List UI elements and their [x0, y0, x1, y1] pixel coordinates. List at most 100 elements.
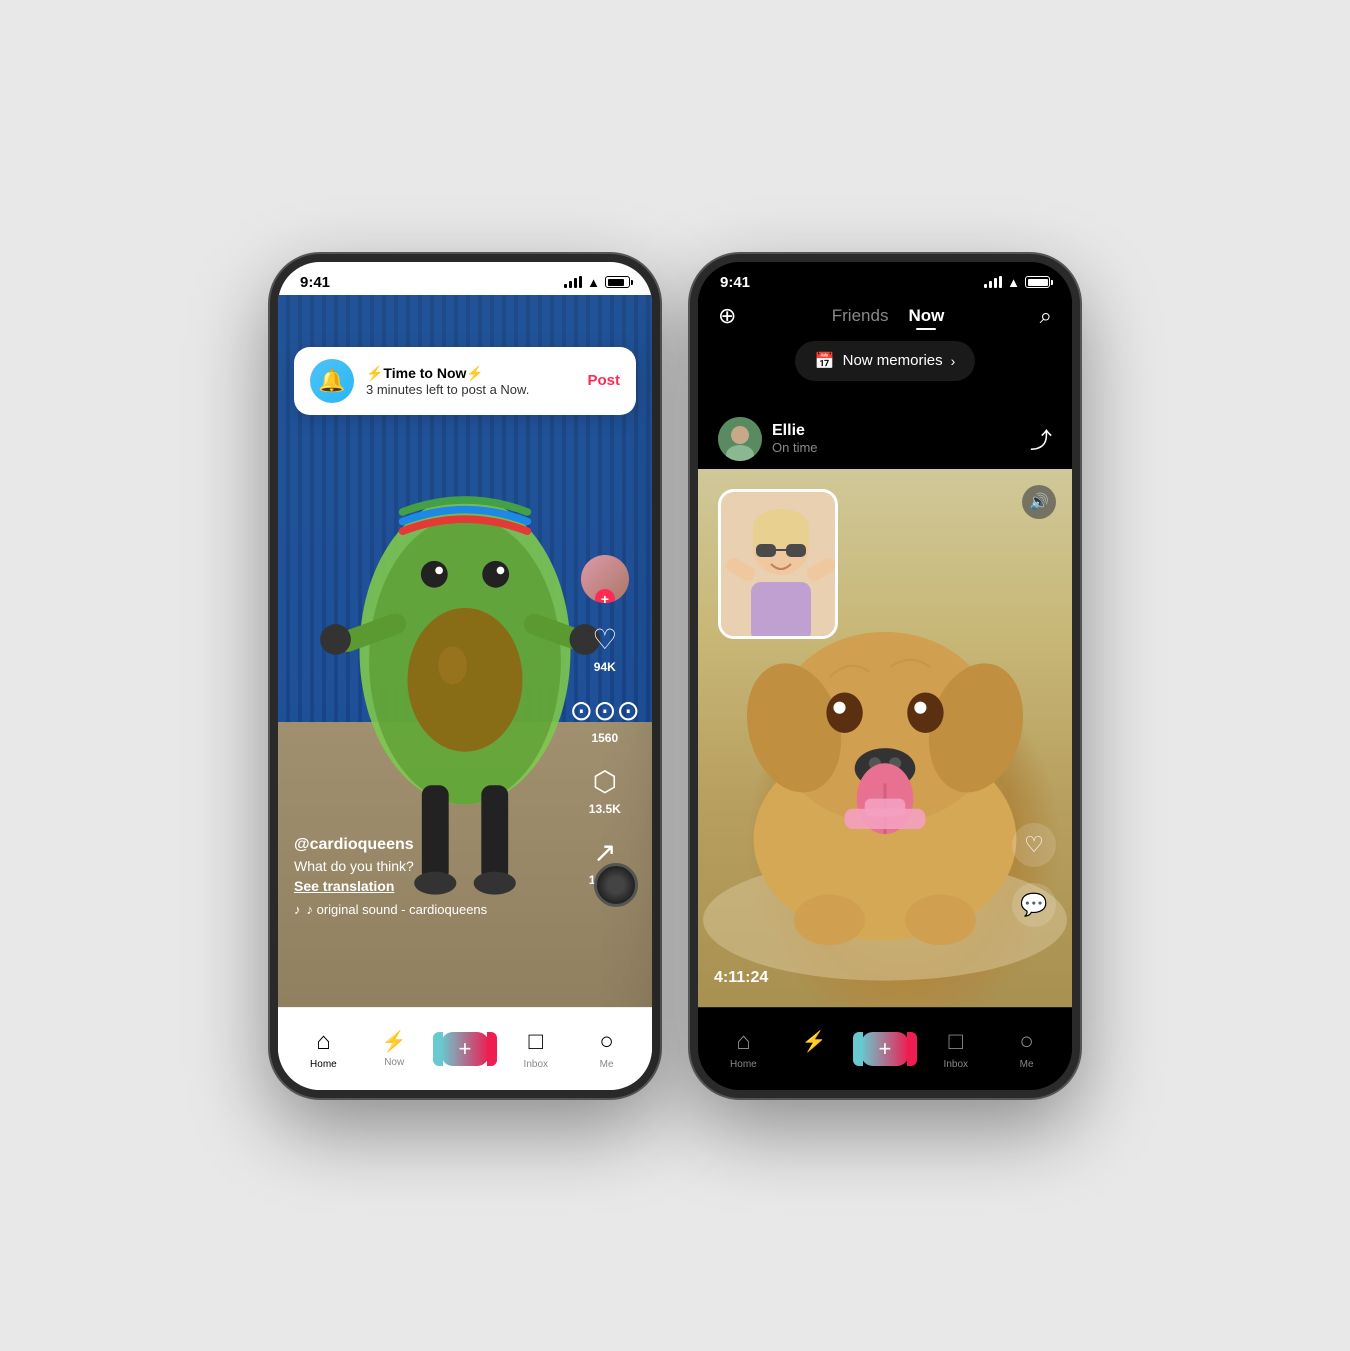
phone1-content: 🔔 ⚡Time to Now⚡ 3 minutes left to post a… — [278, 295, 652, 1007]
sound-text: ♪ original sound - cardioqueens — [307, 902, 488, 917]
tab-now[interactable]: Now — [908, 306, 944, 326]
nav-now-1[interactable]: ⚡ Now — [359, 1029, 430, 1068]
me-label-1: Me — [600, 1059, 614, 1070]
wifi-icon-2: ▲ — [1007, 275, 1020, 290]
bookmark-count: 13.5K — [589, 802, 621, 816]
memories-button[interactable]: 📅 Now memories › — [795, 341, 976, 381]
follow-plus-badge: + — [595, 589, 615, 603]
nav-me-2[interactable]: ○ Me — [991, 1028, 1062, 1070]
now-label-1: Now — [384, 1057, 404, 1068]
status-icons-2: ▲ — [984, 275, 1050, 290]
calendar-icon: 📅 — [815, 351, 835, 371]
post-user-status: On time — [772, 440, 818, 455]
post-user-details: Ellie On time — [772, 422, 818, 455]
nav-home-2[interactable]: ⌂ Home — [708, 1028, 779, 1070]
chevron-right-icon: › — [951, 353, 956, 369]
signal-bars-2 — [984, 276, 1002, 288]
battery-1 — [605, 276, 630, 288]
tab-friends[interactable]: Friends — [832, 306, 889, 326]
status-bar-1: 9:41 ▲ — [278, 262, 652, 295]
phones-container: 9:41 ▲ — [270, 254, 1080, 1098]
bookmark-icon: ⬡ — [593, 765, 617, 798]
now-like-button[interactable]: ♡ — [1012, 823, 1056, 867]
phone-1: 9:41 ▲ — [270, 254, 660, 1098]
inbox-label-1: Inbox — [524, 1059, 548, 1070]
phone2-header: ⊕ Friends Now ⌕ — [698, 295, 1072, 341]
wifi-icon-1: ▲ — [587, 275, 600, 290]
time-2: 9:41 — [720, 274, 750, 291]
post-avatar[interactable] — [718, 417, 762, 461]
status-bar-2: 9:41 ▲ — [698, 262, 1072, 295]
battery-2 — [1025, 276, 1050, 288]
inbox-icon-2: □ — [949, 1028, 964, 1056]
music-note-icon: ♪ — [294, 902, 301, 917]
nav-home-1[interactable]: ⌂ Home — [288, 1028, 359, 1070]
selfie-overlay — [718, 489, 838, 639]
phone-2: 9:41 ▲ ⊕ Friends Now — [690, 254, 1080, 1098]
notification-title: ⚡Time to Now⚡ — [366, 365, 575, 382]
bottom-nav-1: ⌂ Home ⚡ Now + □ Inbox ○ Me — [278, 1007, 652, 1090]
bookmark-action[interactable]: ⬡ 13.5K — [589, 765, 621, 816]
inbox-icon-1: □ — [529, 1028, 544, 1056]
comment-count: 1560 — [591, 731, 618, 745]
home-icon-1: ⌂ — [316, 1028, 331, 1056]
now-label-2: Now — [804, 1057, 824, 1068]
video-username[interactable]: @cardioqueens — [294, 836, 572, 854]
home-icon-2: ⌂ — [736, 1028, 751, 1056]
nav-plus-2[interactable]: + — [850, 1032, 921, 1066]
selfie-image — [721, 492, 838, 639]
now-main-photo: 🔊 ♡ 💬 4:11:24 — [698, 469, 1072, 1007]
add-friend-icon[interactable]: ⊕ — [718, 303, 736, 329]
header-tabs: Friends Now — [832, 306, 945, 326]
me-icon-2: ○ — [1019, 1028, 1034, 1056]
home-label-2: Home — [730, 1059, 757, 1070]
like-action[interactable]: ♡ 94K — [592, 623, 617, 674]
nav-inbox-2[interactable]: □ Inbox — [920, 1028, 991, 1070]
now-icon-1: ⚡ — [382, 1029, 407, 1054]
now-icon-2: ⚡ — [802, 1029, 827, 1054]
phone2-content: ⊕ Friends Now ⌕ 📅 Now memories › — [698, 295, 1072, 1007]
notification-text: ⚡Time to Now⚡ 3 minutes left to post a N… — [366, 365, 575, 397]
share-post-icon[interactable]: ⤴ — [1030, 423, 1052, 455]
post-user-row: Ellie On time ⤴ — [698, 409, 1072, 469]
signal-bars-1 — [564, 276, 582, 288]
sound-icon[interactable]: 🔊 — [1022, 485, 1056, 519]
video-description: What do you think? — [294, 858, 572, 874]
post-user-info: Ellie On time — [718, 417, 818, 461]
time-1: 9:41 — [300, 274, 330, 291]
me-label-2: Me — [1020, 1059, 1034, 1070]
home-label-1: Home — [310, 1059, 337, 1070]
now-actions: ♡ 💬 — [1012, 823, 1056, 927]
nav-me-1[interactable]: ○ Me — [571, 1028, 642, 1070]
video-translation[interactable]: See translation — [294, 878, 572, 894]
like-count: 94K — [594, 660, 616, 674]
avatar-action-item[interactable]: + — [581, 555, 629, 603]
bottom-nav-2: ⌂ Home ⚡ Now + □ Inbox ○ Me — [698, 1007, 1072, 1090]
notification-icon: 🔔 — [310, 359, 354, 403]
comment-icon: ⊙⊙⊙ — [570, 694, 640, 727]
search-icon[interactable]: ⌕ — [1040, 303, 1052, 329]
video-sound: ♪ ♪ original sound - cardioqueens — [294, 902, 572, 917]
nav-inbox-1[interactable]: □ Inbox — [500, 1028, 571, 1070]
nav-plus-1[interactable]: + — [430, 1032, 501, 1066]
notification-banner[interactable]: 🔔 ⚡Time to Now⚡ 3 minutes left to post a… — [294, 347, 636, 415]
plus-button-2[interactable]: + — [861, 1032, 909, 1066]
post-username: Ellie — [772, 422, 818, 440]
status-icons-1: ▲ — [564, 275, 630, 290]
post-timer: 4:11:24 — [714, 969, 768, 987]
comment-action[interactable]: ⊙⊙⊙ 1560 — [570, 694, 640, 745]
notification-subtitle: 3 minutes left to post a Now. — [366, 382, 575, 397]
plus-button-1[interactable]: + — [441, 1032, 489, 1066]
music-disc[interactable] — [594, 863, 638, 907]
like-icon: ♡ — [592, 623, 617, 656]
memories-text: Now memories — [843, 352, 943, 369]
now-post-container: 🔊 ♡ 💬 4:11:24 — [698, 469, 1072, 1007]
nav-now-2[interactable]: ⚡ Now — [779, 1029, 850, 1068]
notification-action[interactable]: Post — [587, 372, 620, 389]
me-icon-1: ○ — [599, 1028, 614, 1056]
inbox-label-2: Inbox — [944, 1059, 968, 1070]
video-actions: + ♡ 94K ⊙⊙⊙ 1560 ⬡ 13.5K ↗ 13.5K — [570, 555, 640, 887]
creator-avatar[interactable]: + — [581, 555, 629, 603]
video-info: @cardioqueens What do you think? See tra… — [294, 836, 572, 917]
now-comment-button[interactable]: 💬 — [1012, 883, 1056, 927]
